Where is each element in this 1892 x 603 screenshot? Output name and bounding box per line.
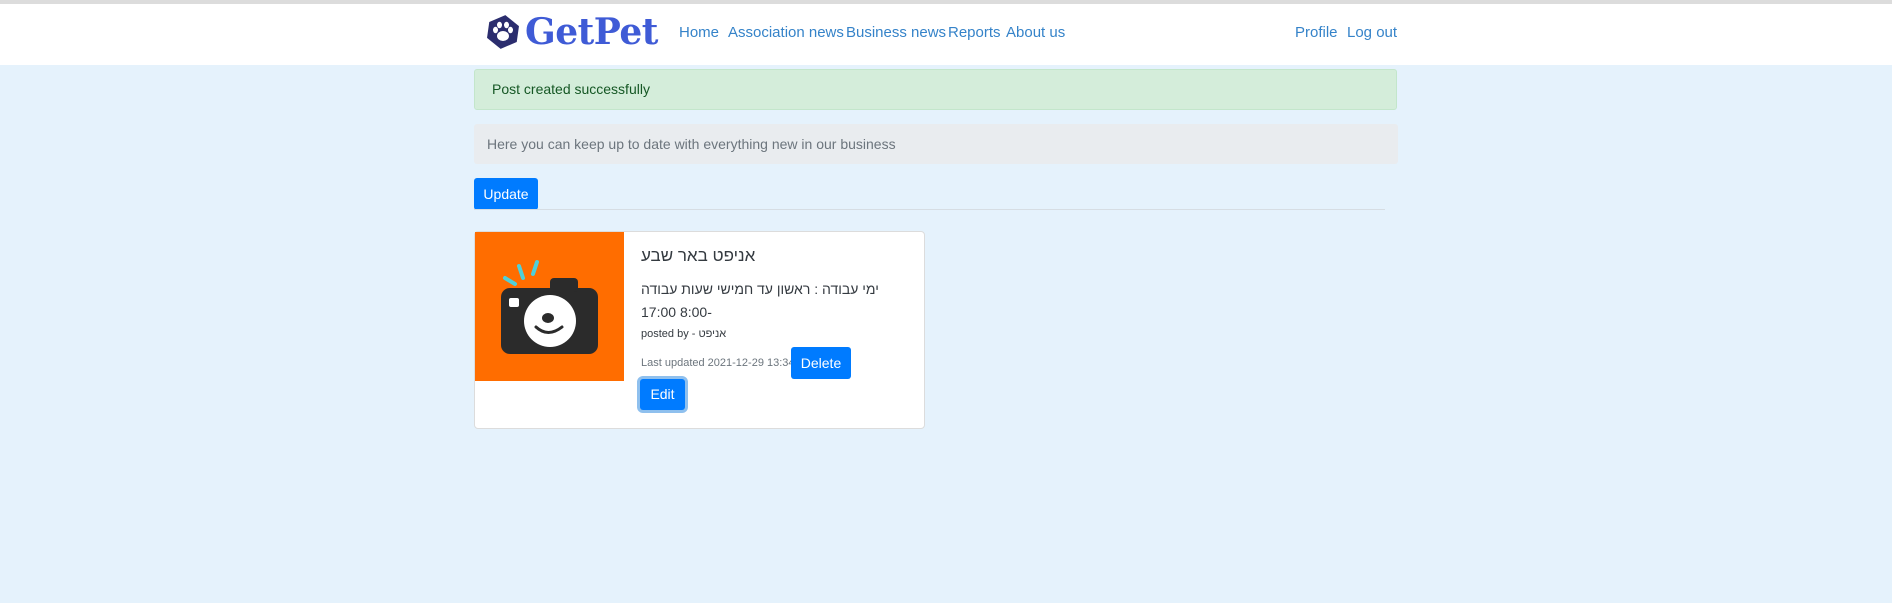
nav-profile[interactable]: Profile bbox=[1295, 24, 1338, 41]
post-author: posted by - אניפט bbox=[641, 328, 727, 340]
delete-button[interactable]: Delete bbox=[791, 347, 851, 379]
success-alert: Post created successfully bbox=[474, 69, 1397, 110]
nav-reports[interactable]: Reports bbox=[948, 24, 1001, 41]
post-body: ימי עבודה : ראשון עד חמישי שעות עבודה -8… bbox=[641, 281, 879, 320]
nav-log-out[interactable]: Log out bbox=[1347, 24, 1397, 41]
nav-home[interactable]: Home bbox=[679, 24, 719, 41]
edit-button[interactable]: Edit bbox=[640, 379, 685, 410]
post-last-updated: Last updated 2021-12-29 13:34 bbox=[641, 357, 795, 369]
info-banner: Here you can keep up to date with everyt… bbox=[474, 124, 1398, 164]
brand-name: GetPet bbox=[525, 11, 658, 53]
divider bbox=[474, 209, 1385, 210]
post-title: אניפט באר שבע bbox=[641, 246, 756, 265]
brand-logo[interactable]: GetPet bbox=[485, 12, 658, 52]
post-image bbox=[475, 232, 624, 381]
nav-business-news[interactable]: Business news bbox=[846, 24, 946, 41]
nav-about-us[interactable]: About us bbox=[1006, 24, 1065, 41]
nav-association-news[interactable]: Association news bbox=[728, 24, 844, 41]
camera-dog-icon bbox=[501, 260, 598, 354]
update-button[interactable]: Update bbox=[474, 178, 538, 210]
paw-icon bbox=[487, 15, 519, 49]
